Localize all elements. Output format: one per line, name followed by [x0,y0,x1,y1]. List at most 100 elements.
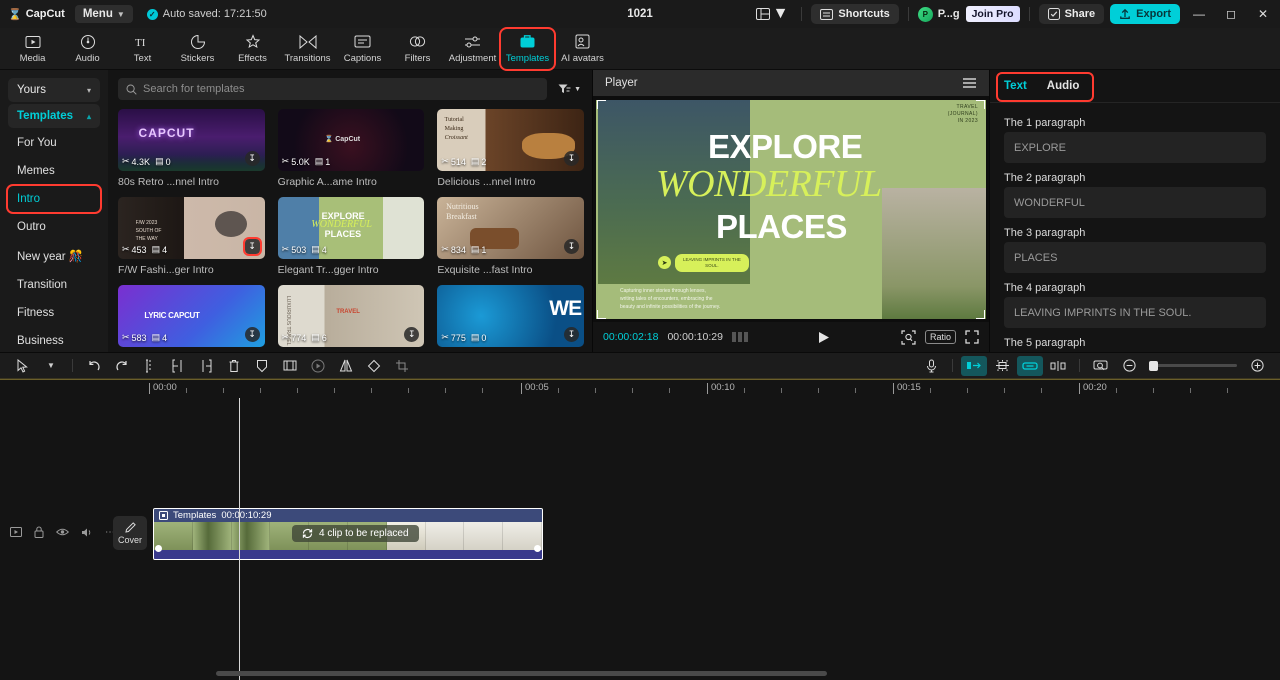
paragraph-input-3[interactable]: PLACES [1004,242,1266,273]
template-card[interactable]: F/W 2023SOUTH OFTHE WAY ✂453 ▤4 ↧ F/W Fa… [118,197,265,276]
split-button[interactable] [137,356,163,376]
mirror-button[interactable] [333,356,359,376]
eye-icon[interactable] [56,527,69,537]
player-canvas[interactable]: TRAVEL (JOURNAL) IN 2023 EXPLORE WONDERF… [596,100,986,319]
ratio-button[interactable]: Ratio [925,330,956,344]
close-button[interactable]: ✕ [1250,3,1276,25]
frames-icon[interactable] [732,332,748,342]
freeze-button[interactable] [249,356,275,376]
download-button[interactable]: ↧ [245,151,260,166]
tool-tab-captions[interactable]: Captions [336,29,389,69]
tool-tab-audio[interactable]: Audio [61,29,114,69]
category-item-for-you[interactable]: For You [8,130,100,156]
download-button[interactable]: ↧ [245,239,260,254]
minimize-button[interactable]: — [1186,3,1212,25]
select-tool[interactable] [10,356,36,376]
preview-button[interactable] [1088,356,1114,376]
reverse-button[interactable] [305,356,331,376]
zoom-in-button[interactable] [1244,356,1270,376]
crop-icon[interactable] [901,330,916,345]
template-card[interactable]: WE ✂775 ▤0 ↧ 3D Earth ...nnel Intro [437,285,584,352]
tool-tab-label: Audio [75,53,99,64]
zoom-out-button[interactable] [1116,356,1142,376]
category-yours[interactable]: Yours ▾ [8,78,100,102]
category-item-fitness[interactable]: Fitness [8,300,100,326]
download-button[interactable]: ↧ [564,151,579,166]
tool-tab-media[interactable]: Media [6,29,59,69]
shortcuts-button[interactable]: Shortcuts [811,4,898,24]
playhead[interactable] [239,398,240,680]
account-button[interactable]: P P...g [918,7,960,22]
select-tool-dropdown[interactable]: ▼ [38,356,64,376]
auto-cut-button[interactable] [961,356,987,376]
zoom-slider-knob[interactable] [1149,361,1158,371]
category-templates[interactable]: Templates ▴ [8,104,100,128]
timeline-ruler[interactable]: 00:00 00:05 00:10 00:15 00:20 [0,378,1280,398]
clips-count: ▤1 [315,156,331,167]
category-item-transition[interactable]: Transition [8,272,100,298]
tab-text[interactable]: Text [1004,80,1027,92]
menu-button[interactable]: Menu ▼ [75,5,133,23]
share-button[interactable]: Share [1039,4,1105,24]
download-button[interactable]: ↧ [564,239,579,254]
template-card[interactable]: TutorialMakingCroissant ✂514 ▤2 ↧ Delici… [437,109,584,188]
tool-tab-transitions[interactable]: Transitions [281,29,334,69]
download-button[interactable]: ↧ [245,327,260,342]
paragraph-input-4[interactable]: LEAVING IMPRINTS IN THE SOUL. [1004,297,1266,328]
category-item-outro[interactable]: Outro [8,214,100,240]
template-name: Exquisite ...fast Intro [437,264,584,276]
undo-button[interactable] [81,356,107,376]
category-item-intro[interactable]: Intro [8,186,100,212]
fullscreen-icon[interactable] [965,330,979,344]
category-item-new-year[interactable]: New year 🎊 [8,242,100,270]
play-button[interactable] [818,331,830,344]
link-clips-button[interactable] [1017,356,1043,376]
clip-handle-right[interactable] [534,545,541,552]
tool-tab-text[interactable]: TI Text [116,29,169,69]
download-button[interactable]: ↧ [564,327,579,342]
template-card[interactable]: NutritiousBreakfast ✂834 ▤1 ↧ Exquisite … [437,197,584,276]
tab-audio[interactable]: Audio [1047,80,1080,92]
redo-button[interactable] [109,356,135,376]
tool-tab-filters[interactable]: Filters [391,29,444,69]
tool-tab-templates[interactable]: Templates [501,29,554,69]
tool-tab-adjustment[interactable]: Adjustment [446,29,499,69]
track-thumb-icon[interactable] [10,527,22,537]
paragraph-input-1[interactable]: EXPLORE [1004,132,1266,163]
search-input[interactable]: Search for templates [118,78,547,100]
template-card[interactable]: CAPCUT ✂4.3K ▤0 ↧ 80s Retro ...nnel Intr… [118,109,265,188]
record-voiceover-button[interactable] [918,356,944,376]
tool-tab-stickers[interactable]: Stickers [171,29,224,69]
category-item-memes[interactable]: Memes [8,158,100,184]
crop-frame-button[interactable] [389,356,415,376]
timeline-clip[interactable]: Templates 00:00:10:29 4 cl [153,508,543,560]
template-card[interactable]: EXPLORE WONDERFUL PLACES ✂503 ▤4 Elegant… [278,197,425,276]
paragraph-input-2[interactable]: WONDERFUL [1004,187,1266,218]
snap-button[interactable] [1045,356,1071,376]
template-card[interactable]: LYRIC CAPCUT ✂583 ▤4 ↧ Fashionab...nel I… [118,285,265,352]
volume-icon[interactable] [81,527,93,538]
clip-handle-left[interactable] [155,545,162,552]
zoom-slider[interactable] [1149,364,1237,367]
category-item-business[interactable]: Business [8,328,100,352]
trim-right-button[interactable] [193,356,219,376]
timeline-scrollbar[interactable] [216,671,1270,676]
crop-button[interactable] [277,356,303,376]
filter-sort-button[interactable]: ▼ [555,81,584,97]
maximize-button[interactable]: ◻ [1218,3,1244,25]
tool-tab-ai-avatars[interactable]: AI avatars [556,29,609,69]
layout-switch-button[interactable]: ▼ [752,2,793,26]
scrollbar-thumb[interactable] [216,671,827,676]
tool-tab-effects[interactable]: Effects [226,29,279,69]
rotate-button[interactable] [361,356,387,376]
join-pro-button[interactable]: Join Pro [966,6,1020,22]
hamburger-icon[interactable] [962,77,977,89]
lock-icon[interactable] [34,526,44,538]
template-card[interactable]: ⌛ CapCut ✂5.0K ▤1 Graphic A...ame Intro [278,109,425,188]
mixer-button[interactable] [989,356,1015,376]
download-button[interactable]: ↧ [404,327,419,342]
trim-left-button[interactable] [165,356,191,376]
template-card[interactable]: LUXURIOUS TRAVEL TRAVEL ✂774 ▤6 ↧ Luxuri… [278,285,425,352]
delete-button[interactable] [221,356,247,376]
export-button[interactable]: Export [1110,4,1180,24]
